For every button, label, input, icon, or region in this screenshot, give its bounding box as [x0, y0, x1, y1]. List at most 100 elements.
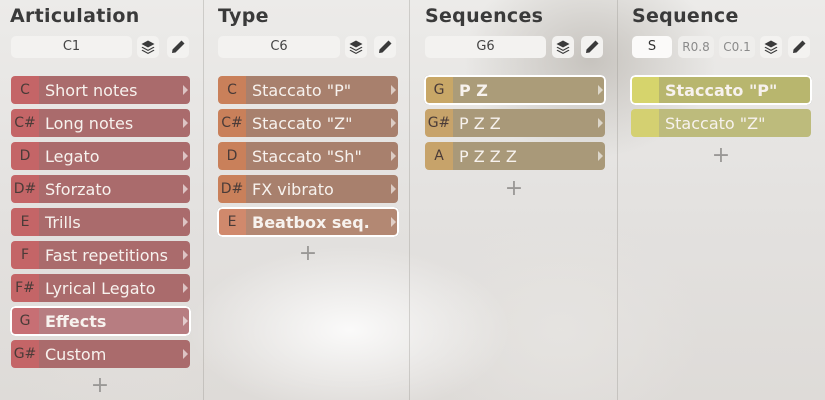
- sequence-c-field[interactable]: C0.1: [719, 36, 755, 58]
- sequences-item-key: G#: [425, 109, 453, 137]
- sequence-item-label: Staccato "Z": [659, 109, 811, 137]
- sequences-title: Sequences: [425, 5, 544, 27]
- sequence-column: Sequence S R0.8 C0.1 Staccato "P" Staccat…: [618, 0, 825, 400]
- chevron-right-icon[interactable]: [388, 109, 398, 137]
- type-item-key: C#: [218, 109, 246, 137]
- articulation-item-key: D: [11, 142, 39, 170]
- chevron-right-icon[interactable]: [180, 307, 190, 335]
- articulation-item[interactable]: F# Lyrical Legato: [11, 274, 190, 302]
- articulation-item-key: E: [11, 208, 39, 236]
- articulation-layers-button[interactable]: [137, 36, 159, 58]
- articulation-item[interactable]: D Legato: [11, 142, 190, 170]
- type-item-label: Staccato "P": [246, 76, 388, 104]
- type-item-label: Beatbox seq.: [246, 208, 388, 236]
- sequences-column: Sequences G6 GP Z G# P Z ZAP Z Z Z +: [410, 0, 618, 400]
- sequence-r-field[interactable]: R0.8: [678, 36, 714, 58]
- chevron-right-icon[interactable]: [180, 76, 190, 104]
- articulation-item-label: Custom: [39, 340, 180, 368]
- chevron-right-icon[interactable]: [180, 175, 190, 203]
- articulation-item-label: Legato: [39, 142, 180, 170]
- sequences-edit-button[interactable]: [581, 36, 603, 58]
- articulation-add-button[interactable]: +: [90, 373, 110, 398]
- articulation-item[interactable]: G Effects: [10, 306, 191, 336]
- articulation-item[interactable]: C Short notes: [11, 76, 190, 104]
- sequences-item-key: G: [425, 76, 453, 104]
- sequences-note-field[interactable]: G6: [425, 36, 546, 58]
- layers-icon: [349, 40, 363, 54]
- articulation-item-label: Short notes: [39, 76, 180, 104]
- chevron-right-icon[interactable]: [388, 142, 398, 170]
- sequence-item[interactable]: Staccato "Z": [631, 109, 811, 137]
- layers-icon: [556, 40, 570, 54]
- chevron-right-icon[interactable]: [595, 109, 605, 137]
- sequences-item-label: P Z Z: [453, 109, 595, 137]
- type-item[interactable]: D# FX vibrato: [218, 175, 398, 203]
- sequence-item[interactable]: Staccato "P": [630, 75, 812, 105]
- sequences-item[interactable]: AP Z Z Z: [425, 142, 605, 170]
- sequences-item-label: P Z Z Z: [453, 142, 595, 170]
- sequence-item-key: [631, 76, 659, 104]
- type-item-key: D: [218, 142, 246, 170]
- chevron-right-icon[interactable]: [180, 109, 190, 137]
- articulation-edit-button[interactable]: [167, 36, 189, 58]
- articulation-item[interactable]: G# Custom: [11, 340, 190, 368]
- articulation-note-field[interactable]: C1: [11, 36, 132, 58]
- sequences-layers-button[interactable]: [552, 36, 574, 58]
- chevron-right-icon[interactable]: [180, 340, 190, 368]
- pencil-icon: [379, 40, 392, 53]
- articulation-column: Articulation C1 C Short notes C# Long notes…: [0, 0, 204, 400]
- articulation-item-label: Trills: [39, 208, 180, 236]
- pencil-icon: [586, 40, 599, 53]
- type-item[interactable]: C# Staccato "Z": [218, 109, 398, 137]
- chevron-right-icon[interactable]: [180, 241, 190, 269]
- type-add-button[interactable]: +: [298, 241, 318, 266]
- sequence-item-key: [631, 109, 659, 137]
- chevron-right-icon[interactable]: [595, 76, 605, 104]
- articulation-item-label: Long notes: [39, 109, 180, 137]
- chevron-right-icon[interactable]: [180, 208, 190, 236]
- type-item[interactable]: E Beatbox seq.: [217, 207, 399, 237]
- type-edit-button[interactable]: [374, 36, 396, 58]
- sequence-title: Sequence: [632, 5, 739, 27]
- chevron-right-icon[interactable]: [388, 76, 398, 104]
- articulation-item[interactable]: F Fast repetitions: [11, 241, 190, 269]
- sequences-item[interactable]: G# P Z Z: [425, 109, 605, 137]
- chevron-right-icon[interactable]: [388, 208, 398, 236]
- articulation-item-key: D#: [11, 175, 39, 203]
- sequence-add-button[interactable]: +: [711, 143, 731, 168]
- type-item-label: FX vibrato: [246, 175, 388, 203]
- sequences-item[interactable]: GP Z: [424, 75, 606, 105]
- type-title: Type: [218, 5, 269, 27]
- articulation-item[interactable]: E Trills: [11, 208, 190, 236]
- articulation-item-label: Lyrical Legato: [39, 274, 180, 302]
- articulation-item-key: F#: [11, 274, 39, 302]
- type-item-key: C: [218, 76, 246, 104]
- sequence-s-field[interactable]: S: [632, 36, 672, 58]
- pencil-icon: [172, 40, 185, 53]
- sequences-add-button[interactable]: +: [504, 176, 524, 201]
- chevron-right-icon[interactable]: [180, 274, 190, 302]
- type-item[interactable]: C Staccato "P": [218, 76, 398, 104]
- articulation-item-key: C: [11, 76, 39, 104]
- sequences-item-key: A: [425, 142, 453, 170]
- type-item[interactable]: D Staccato "Sh": [218, 142, 398, 170]
- type-item-key: D#: [218, 175, 246, 203]
- articulation-item-key: G: [11, 307, 39, 335]
- type-item-label: Staccato "Sh": [246, 142, 388, 170]
- articulation-title: Articulation: [10, 5, 140, 27]
- sequence-edit-button[interactable]: [788, 36, 810, 58]
- sequence-layers-button[interactable]: [760, 36, 782, 58]
- articulation-item[interactable]: C# Long notes: [11, 109, 190, 137]
- articulation-item-label: Sforzato: [39, 175, 180, 203]
- chevron-right-icon[interactable]: [180, 142, 190, 170]
- chevron-right-icon[interactable]: [595, 142, 605, 170]
- articulation-item[interactable]: D# Sforzato: [11, 175, 190, 203]
- chevron-right-icon[interactable]: [388, 175, 398, 203]
- type-layers-button[interactable]: [345, 36, 367, 58]
- type-item-key: E: [218, 208, 246, 236]
- type-note-field[interactable]: C6: [218, 36, 340, 58]
- type-column: Type C6 C Staccato "P" C# Staccato "Z" D Stac…: [204, 0, 410, 400]
- articulation-item-label: Effects: [39, 307, 180, 335]
- articulation-item-key: C#: [11, 109, 39, 137]
- sequence-item-label: Staccato "P": [659, 76, 811, 104]
